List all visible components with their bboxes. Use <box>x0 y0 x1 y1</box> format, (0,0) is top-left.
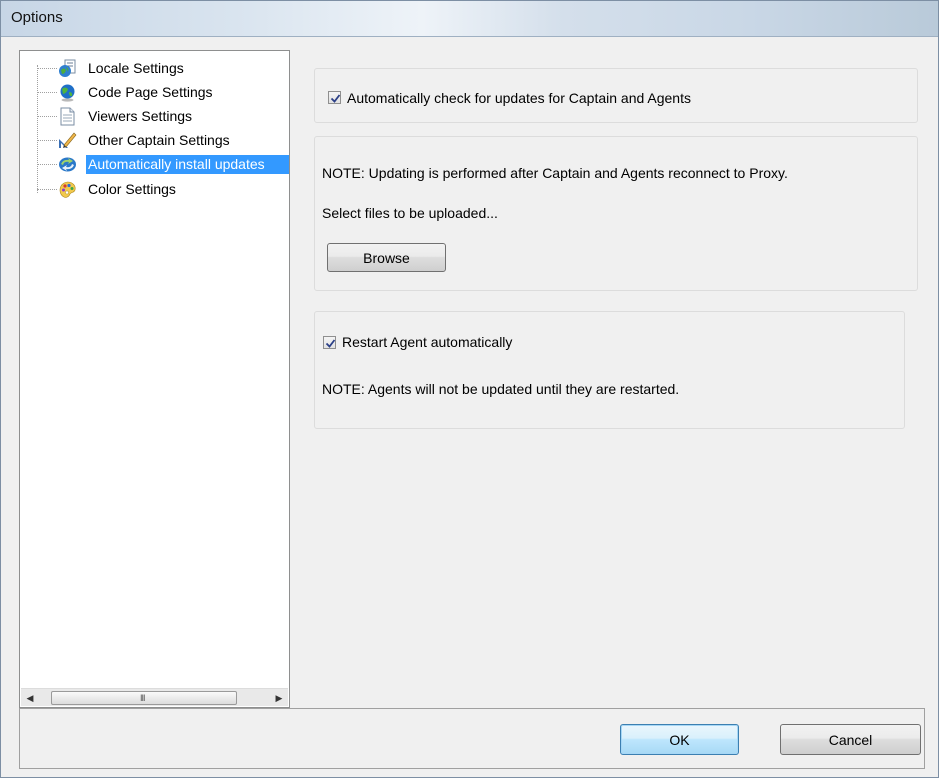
scroll-thumb[interactable]: III <box>51 691 237 705</box>
tree-item-automatically-install-updates[interactable]: Automatically install updates <box>20 153 289 175</box>
scroll-grip: III <box>140 693 145 703</box>
tree-item-label: Viewers Settings <box>88 108 193 124</box>
tree-item-label: Other Captain Settings <box>88 132 230 148</box>
settings-tree[interactable]: Locale Settings Code Page Settings Viewe… <box>19 50 290 708</box>
browse-button[interactable]: Browse <box>327 243 446 272</box>
tree-item-label: Locale Settings <box>88 60 184 76</box>
tree-item-label: Automatically install updates <box>86 155 289 174</box>
tree-item-label: Code Page Settings <box>88 84 213 100</box>
restart-agent-group: Restart Agent automatically NOTE: Agents… <box>314 311 905 429</box>
scroll-right-arrow-icon[interactable]: ▶ <box>270 689 288 707</box>
note-restart: NOTE: Agents will not be updated until t… <box>322 381 680 397</box>
options-dialog: Options Locale Settings Code Page Settin… <box>0 0 939 778</box>
auto-check-label[interactable]: Automatically check for updates for Capt… <box>347 90 691 106</box>
window-title: Options <box>11 9 63 26</box>
update-files-group: NOTE: Updating is performed after Captai… <box>314 136 918 291</box>
auto-check-checkbox[interactable] <box>328 91 341 104</box>
globe-icon <box>58 83 77 102</box>
document-icon <box>58 107 77 126</box>
update-arrows-icon <box>58 155 77 174</box>
palette-icon <box>58 180 77 199</box>
tree-item-viewers-settings[interactable]: Viewers Settings <box>20 105 289 127</box>
restart-agent-checkbox[interactable] <box>323 336 336 349</box>
tree-item-color-settings[interactable]: Color Settings <box>20 178 289 200</box>
tree-item-label: Color Settings <box>88 181 176 197</box>
title-bar[interactable]: Options <box>1 1 938 37</box>
note-reconnect: NOTE: Updating is performed after Captai… <box>322 165 788 181</box>
globe-document-icon <box>58 59 77 78</box>
tree-horizontal-scrollbar[interactable]: ◀ III ▶ <box>21 688 288 706</box>
tree-item-locale-settings[interactable]: Locale Settings <box>20 57 289 79</box>
scroll-left-arrow-icon[interactable]: ◀ <box>21 689 39 707</box>
restart-agent-label[interactable]: Restart Agent automatically <box>342 334 512 350</box>
checkmark-icon <box>325 339 336 348</box>
ok-button[interactable]: OK <box>620 724 739 755</box>
auto-check-group: Automatically check for updates for Capt… <box>314 68 918 123</box>
tree-item-other-captain-settings[interactable]: Other Captain Settings <box>20 129 289 151</box>
tree-item-code-page-settings[interactable]: Code Page Settings <box>20 81 289 103</box>
checkmark-icon <box>330 94 341 103</box>
cancel-button[interactable]: Cancel <box>780 724 921 755</box>
select-files-text: Select files to be uploaded... <box>322 205 498 221</box>
ruler-pencil-icon <box>58 131 77 150</box>
